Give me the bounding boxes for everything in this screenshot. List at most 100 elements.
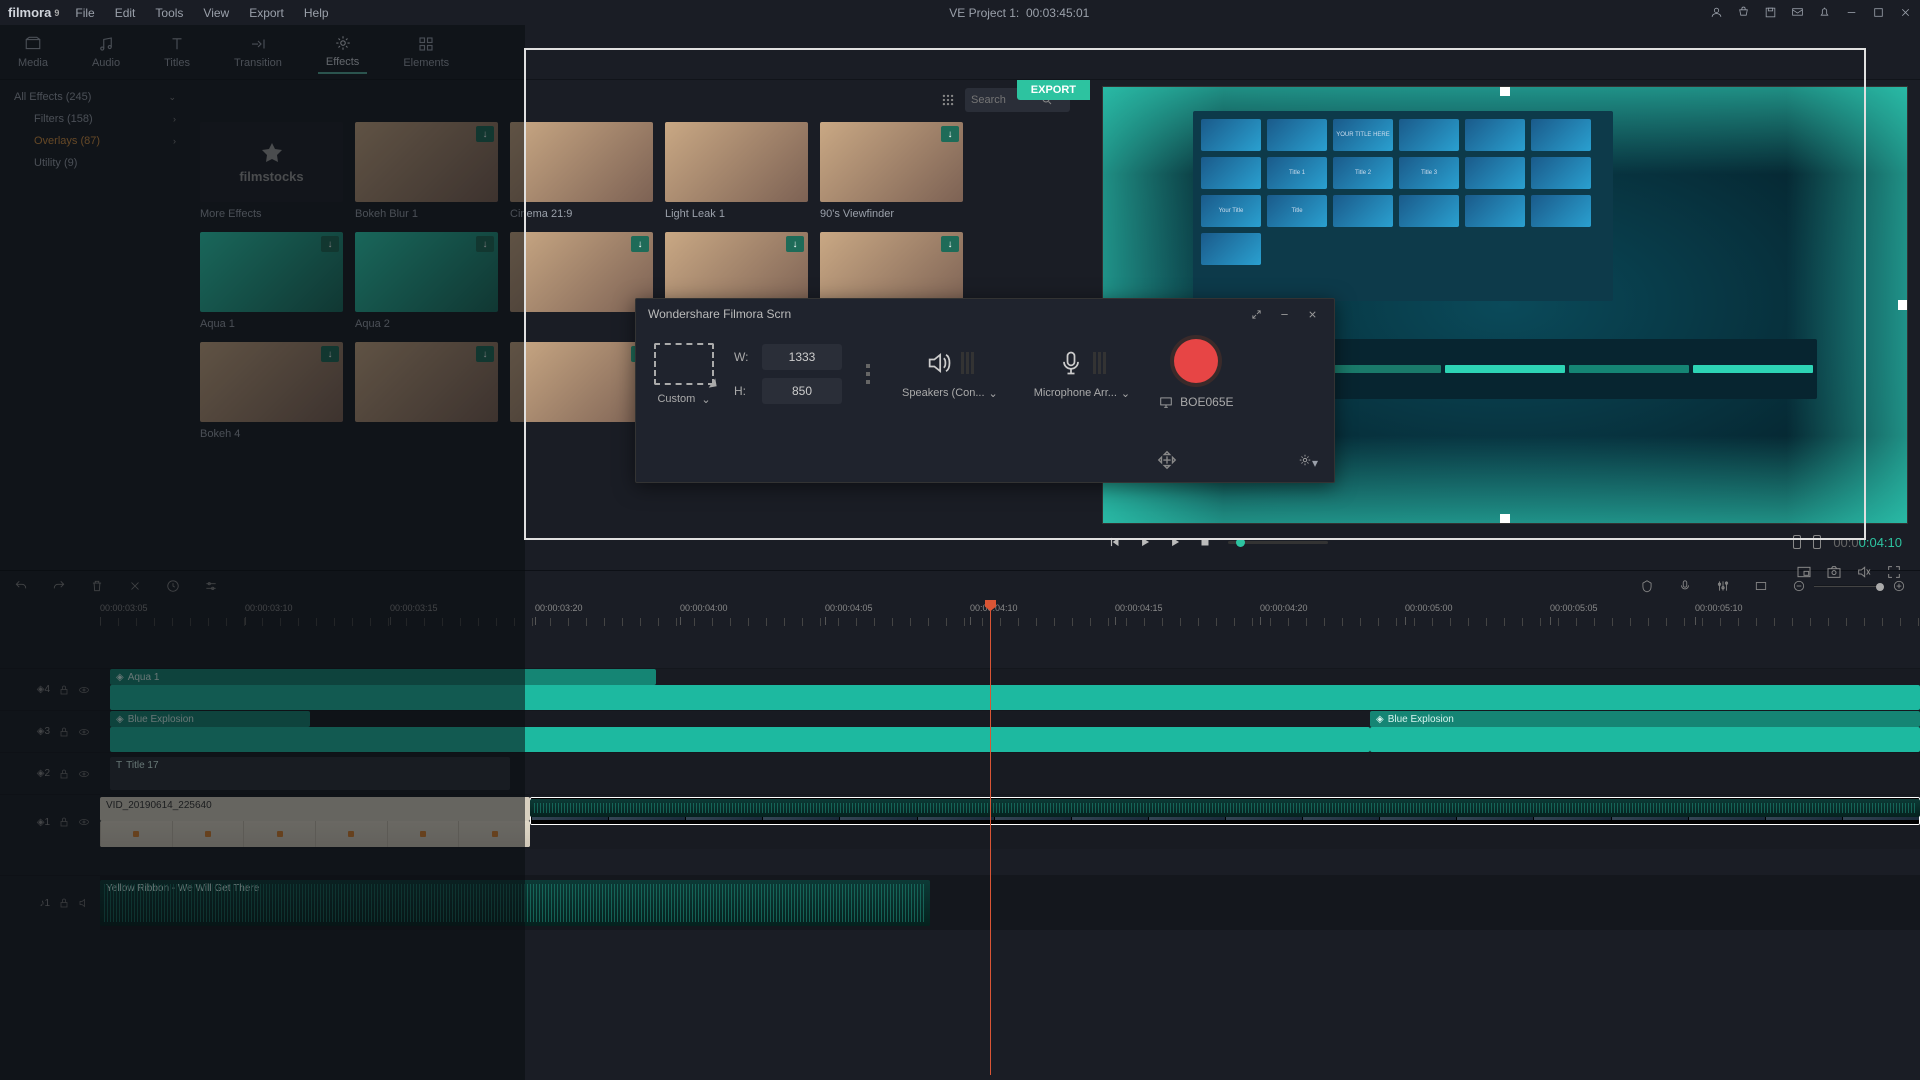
sidebar-item-overlays[interactable]: Overlays (87)› [10, 130, 180, 152]
fullscreen-icon[interactable] [1886, 564, 1902, 580]
clip-aqua-body[interactable] [110, 685, 1920, 710]
sidebar-item-utility[interactable]: Utility (9) [10, 152, 180, 174]
effect-thumb[interactable]: 90's Viewfinder [820, 122, 963, 220]
snapshot-icon[interactable] [1826, 564, 1842, 580]
height-input[interactable] [762, 378, 842, 404]
effect-thumb[interactable] [355, 342, 498, 440]
clip-audio-inline[interactable] [530, 799, 1920, 817]
step-back-icon[interactable] [1108, 535, 1122, 549]
sidebar-item-filters[interactable]: Filters (158)› [10, 108, 180, 130]
download-badge-icon[interactable] [476, 126, 494, 142]
visibility-icon[interactable] [78, 726, 90, 738]
clip-thumbnails[interactable]: VID_20190614_225640 [100, 797, 530, 821]
undo-icon[interactable] [14, 579, 28, 593]
clip-body[interactable] [110, 727, 1370, 752]
tab-elements[interactable]: Elements [395, 31, 457, 73]
tab-transition[interactable]: Transition [226, 31, 290, 73]
region-select-icon[interactable] [654, 343, 714, 385]
download-badge-icon[interactable] [476, 346, 494, 362]
volume-slider[interactable] [1228, 541, 1328, 544]
download-badge-icon[interactable] [786, 236, 804, 252]
clip-body[interactable] [1370, 727, 1920, 752]
clip-blue-explosion[interactable]: ◈ Blue Explosion [110, 711, 310, 727]
link-dimensions-icon[interactable] [862, 364, 874, 384]
sidebar-item-all[interactable]: All Effects (245)⌄ [10, 86, 180, 108]
clip-aqua[interactable]: ◈ Aqua 1 [110, 669, 656, 685]
resize-handle[interactable] [1898, 300, 1908, 310]
effect-thumb[interactable]: Bokeh 4 [200, 342, 343, 440]
visibility-icon[interactable] [78, 684, 90, 696]
mute-icon[interactable] [1856, 564, 1872, 580]
download-badge-icon[interactable] [321, 346, 339, 362]
play-icon[interactable] [1168, 535, 1182, 549]
minimize-icon[interactable] [1274, 304, 1294, 324]
effect-thumb[interactable]: Aqua 2 [355, 232, 498, 330]
lock-icon[interactable] [58, 816, 70, 828]
visibility-icon[interactable] [78, 768, 90, 780]
speaker-select[interactable]: Speakers (Con...⌄ [902, 387, 998, 400]
close-icon[interactable] [1899, 6, 1912, 19]
tab-titles[interactable]: Titles [156, 31, 198, 73]
tab-media[interactable]: Media [10, 31, 56, 73]
menu-edit[interactable]: Edit [115, 6, 136, 20]
visibility-icon[interactable] [78, 816, 90, 828]
clip-audio[interactable]: Yellow Ribbon - We Will Get There [100, 880, 930, 926]
download-badge-icon[interactable] [941, 236, 959, 252]
tab-effects[interactable]: Effects [318, 30, 367, 74]
export-button[interactable]: EXPORT [1017, 80, 1090, 100]
move-dialog-icon[interactable] [1156, 449, 1178, 474]
save-icon[interactable] [1764, 6, 1777, 19]
resize-handle[interactable] [1500, 514, 1510, 524]
account-icon[interactable] [1710, 6, 1723, 19]
stop-icon[interactable] [1198, 535, 1212, 549]
clip-blue-explosion-2[interactable]: ◈ Blue Explosion [1370, 711, 1920, 727]
clip-thumbnails[interactable] [100, 821, 530, 847]
effect-thumb[interactable]: Aqua 1 [200, 232, 343, 330]
screen-recorder-dialog[interactable]: Wondershare Filmora Scrn Custom⌄ W: H: S… [635, 298, 1335, 483]
menu-help[interactable]: Help [304, 6, 329, 20]
screen-select[interactable]: BOE065E [1158, 395, 1233, 409]
settings-icon[interactable]: ▾ [1298, 453, 1318, 470]
lock-icon[interactable] [58, 768, 70, 780]
lock-icon[interactable] [58, 897, 70, 909]
maximize-icon[interactable] [1872, 6, 1885, 19]
effect-thumb[interactable] [510, 232, 653, 330]
mark-in-icon[interactable] [1793, 535, 1801, 549]
effect-thumb[interactable]: Bokeh Blur 1 [355, 122, 498, 220]
menu-tools[interactable]: Tools [155, 6, 183, 20]
adjust-icon[interactable] [204, 579, 218, 593]
message-icon[interactable] [1791, 6, 1804, 19]
tab-audio[interactable]: Audio [84, 31, 128, 73]
lock-icon[interactable] [58, 684, 70, 696]
download-badge-icon[interactable] [941, 126, 959, 142]
download-badge-icon[interactable] [476, 236, 494, 252]
resize-handle[interactable] [1500, 86, 1510, 96]
menu-file[interactable]: File [75, 6, 94, 20]
mute-icon[interactable] [78, 897, 90, 909]
split-icon[interactable] [128, 579, 142, 593]
download-badge-icon[interactable] [321, 236, 339, 252]
grid-view-icon[interactable] [941, 93, 955, 107]
expand-icon[interactable] [1246, 304, 1266, 324]
notification-icon[interactable] [1818, 6, 1831, 19]
playhead[interactable] [990, 600, 991, 1075]
menu-view[interactable]: View [203, 6, 229, 20]
effect-thumb[interactable]: Light Leak 1 [665, 122, 808, 220]
menu-export[interactable]: Export [249, 6, 284, 20]
play-icon[interactable] [1138, 535, 1152, 549]
capture-mode-select[interactable]: Custom⌄ [657, 393, 710, 406]
minimize-icon[interactable] [1845, 6, 1858, 19]
clip-title[interactable]: T Title 17 [110, 757, 510, 790]
cart-icon[interactable] [1737, 6, 1750, 19]
redo-icon[interactable] [52, 579, 66, 593]
close-icon[interactable] [1302, 304, 1322, 324]
download-badge-icon[interactable] [631, 236, 649, 252]
pip-icon[interactable] [1796, 564, 1812, 580]
width-input[interactable] [762, 344, 842, 370]
timeline-ruler[interactable]: 00:00:03:0500:00:03:1000:00:03:1500:00:0… [0, 600, 1920, 628]
timeline[interactable]: 00:00:03:0500:00:03:1000:00:03:1500:00:0… [0, 600, 1920, 1075]
mark-out-icon[interactable] [1813, 535, 1821, 549]
effect-thumb[interactable] [510, 342, 653, 440]
microphone-select[interactable]: Microphone Arr...⌄ [1034, 387, 1130, 400]
speed-icon[interactable] [166, 579, 180, 593]
